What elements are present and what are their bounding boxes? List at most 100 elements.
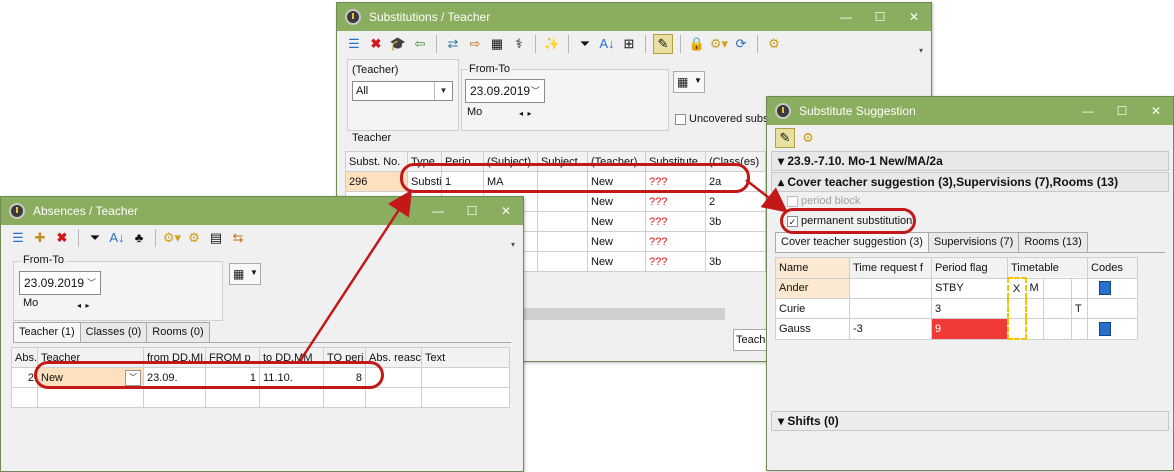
graduation-cap-icon[interactable]: 🎓 <box>389 35 407 53</box>
table-cell[interactable]: 296 <box>345 171 408 192</box>
minimize-button[interactable]: — <box>829 3 863 31</box>
close-button[interactable]: ✕ <box>897 3 931 31</box>
table-cell[interactable]: 3b <box>705 211 766 232</box>
date-picker[interactable]: 23.09.2019 ﹀ <box>465 79 545 103</box>
table-row[interactable]: Ander STBY X M <box>775 277 1139 299</box>
cell-flag[interactable]: STBY <box>931 277 1008 299</box>
tab-cover-teacher[interactable]: Cover teacher suggestion (3) <box>775 232 929 252</box>
date-picker[interactable]: 23.09.2019 ﹀ <box>19 271 101 295</box>
cell-t4[interactable] <box>1070 277 1089 299</box>
book-icon[interactable] <box>1099 281 1112 296</box>
period-block-checkbox[interactable]: period block <box>787 195 860 207</box>
export-icon[interactable]: ⇨ <box>466 35 484 53</box>
table-cell[interactable] <box>705 231 766 252</box>
sort-icon[interactable]: A↓ <box>108 229 126 247</box>
toolbar-overflow-icon[interactable]: ▾ <box>511 240 515 249</box>
col-period-flag[interactable]: Period flag <box>931 257 1008 279</box>
cell-t3[interactable] <box>1043 298 1072 319</box>
gear-icon[interactable]: ⚙ <box>765 35 783 53</box>
grid-icon[interactable]: ⊞ <box>620 35 638 53</box>
magic-wand-icon[interactable]: ✨ <box>543 35 561 53</box>
lesson-header[interactable]: ▾ 23.9.-7.10. Mo-1 New/MA/2a <box>771 151 1169 171</box>
calculator-icon[interactable]: ▦ <box>488 35 506 53</box>
cell-name[interactable]: Curie <box>775 298 850 319</box>
table-cell[interactable]: 3b <box>705 251 766 272</box>
minimize-button[interactable]: — <box>1071 97 1105 125</box>
cell-name[interactable]: Gauss <box>775 318 850 340</box>
minimize-button[interactable]: — <box>421 197 455 225</box>
gear-icon[interactable]: ⚙ <box>799 129 817 147</box>
maximize-button[interactable]: ☐ <box>863 3 897 31</box>
date-step-arrows[interactable]: ◂ ▸ <box>77 301 89 310</box>
cell-codes[interactable] <box>1087 298 1139 319</box>
table-cell[interactable] <box>537 191 588 212</box>
tab-rooms[interactable]: Rooms (0) <box>146 322 210 342</box>
calendar-icon[interactable]: ▤ <box>207 229 225 247</box>
tab-classes[interactable]: Classes (0) <box>79 322 148 342</box>
table-cell[interactable] <box>537 211 588 232</box>
stethoscope-icon[interactable]: ⚕ <box>510 35 528 53</box>
cell-codes[interactable] <box>1087 318 1139 340</box>
close-button[interactable]: ✕ <box>489 197 523 225</box>
list-icon[interactable]: ☰ <box>345 35 363 53</box>
cell-t1[interactable]: X <box>1006 277 1027 299</box>
cell-t3[interactable] <box>1043 277 1072 299</box>
table-cell[interactable]: ??? <box>645 191 706 212</box>
shifts-header[interactable]: ▾ Shifts (0) <box>771 411 1169 431</box>
edit-check-icon[interactable]: ✎ <box>775 128 795 148</box>
uncovered-checkbox[interactable]: Uncovered subs <box>675 113 769 125</box>
sort-icon[interactable]: A↓ <box>598 35 616 53</box>
cell-name[interactable]: Ander <box>775 277 850 299</box>
cell-t4[interactable] <box>1070 318 1089 340</box>
cell-t1[interactable] <box>1006 318 1027 340</box>
cell-flag[interactable]: 9 <box>931 318 1008 340</box>
refresh-icon[interactable]: ⟳ <box>732 35 750 53</box>
cell-time[interactable] <box>849 277 932 299</box>
swap-icon[interactable]: ⇆ <box>229 229 247 247</box>
col-codes[interactable]: Codes <box>1087 257 1139 279</box>
tab-supervisions[interactable]: Supervisions (7) <box>927 232 1020 252</box>
filter-icon[interactable]: ⏷ <box>86 229 104 247</box>
cell-time[interactable]: -3 <box>849 318 932 340</box>
table-cell[interactable]: ??? <box>645 211 706 232</box>
chevron-down-icon[interactable]: ﹀ <box>531 80 540 102</box>
cell-flag[interactable]: 3 <box>931 298 1008 319</box>
col-header[interactable]: Abs. <box>11 347 38 368</box>
book-icon[interactable] <box>1099 321 1112 336</box>
table-cell[interactable] <box>537 231 588 252</box>
toolbar-overflow-icon[interactable]: ▾ <box>919 46 923 55</box>
table-cell[interactable] <box>537 251 588 272</box>
delete-icon[interactable]: ✖ <box>53 229 71 247</box>
suggestion-titlebar[interactable]: Substitute Suggestion — ☐ ✕ <box>767 97 1173 125</box>
cell-t1[interactable] <box>1006 298 1027 319</box>
chevron-down-icon[interactable]: ▼ <box>434 82 452 100</box>
cell-time[interactable] <box>849 298 932 319</box>
suggestion-header[interactable]: ▴ Cover teacher suggestion (3),Supervisi… <box>771 172 1169 192</box>
absences-titlebar[interactable]: Absences / Teacher — ☐ ✕ <box>1 197 523 225</box>
table-cell[interactable]: ??? <box>645 231 706 252</box>
edit-check-icon[interactable]: ✎ <box>653 34 673 54</box>
exchange-icon[interactable]: ⇄ <box>444 35 462 53</box>
table-cell[interactable]: New <box>587 191 646 212</box>
table-cell[interactable]: New <box>587 251 646 272</box>
new-icon[interactable]: ✚ <box>31 229 49 247</box>
cell-codes[interactable] <box>1087 277 1139 299</box>
table-row[interactable]: Gauss -3 9 <box>775 318 1139 340</box>
tab-rooms[interactable]: Rooms (13) <box>1018 232 1088 252</box>
col-name[interactable]: Name <box>775 257 850 279</box>
cell-t2[interactable] <box>1025 318 1044 340</box>
substitutions-titlebar[interactable]: Substitutions / Teacher — ☐ ✕ <box>337 3 931 31</box>
maximize-button[interactable]: ☐ <box>1105 97 1139 125</box>
teacher-filter-combo[interactable]: All ▼ <box>352 81 453 101</box>
table-cell[interactable]: New <box>587 231 646 252</box>
users-icon[interactable]: ♣ <box>130 229 148 247</box>
table-cell[interactable]: New <box>587 211 646 232</box>
chevron-down-icon[interactable]: ﹀ <box>87 272 96 294</box>
col-timetable[interactable]: Timetable <box>1006 257 1089 279</box>
settings-dropdown-icon[interactable]: ⚙▾ <box>710 35 728 53</box>
cell-t4[interactable]: T <box>1070 298 1089 319</box>
table-row[interactable] <box>11 387 510 408</box>
calendar-view-button[interactable]: ▦ ▼ <box>229 263 261 285</box>
date-step-arrows[interactable]: ◂ ▸ <box>519 109 531 118</box>
settings-dropdown-icon[interactable]: ⚙▾ <box>163 229 181 247</box>
